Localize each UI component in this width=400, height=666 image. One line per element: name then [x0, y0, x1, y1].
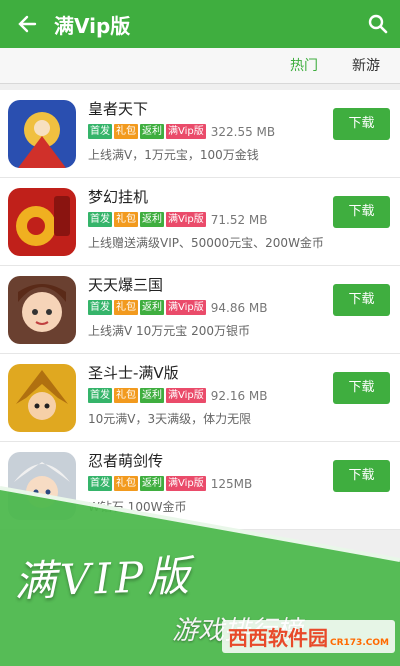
search-button[interactable]: [356, 0, 400, 48]
tag-first: 首发: [88, 300, 112, 315]
tag-vip: 满Vip版: [166, 476, 206, 491]
game-icon: [8, 452, 76, 520]
tag-first: 首发: [88, 388, 112, 403]
tag-gift: 礼包: [114, 300, 138, 315]
tag-first: 首发: [88, 212, 112, 227]
watermark-logo: 西西软件园 CR173.COM: [222, 620, 395, 653]
game-description: W钻石 100W金币: [88, 500, 187, 514]
list-item[interactable]: 梦幻挂机 首发 礼包 返利 满Vip版 71.52 MB 上线赠送满级VIP、5…: [0, 178, 400, 266]
game-description: 上线满V 10万元宝 200万银币: [88, 324, 251, 338]
download-button[interactable]: 下载: [333, 108, 390, 140]
arrow-left-icon: [18, 15, 37, 33]
tag-row: 首发 礼包 返利 满Vip版 94.86 MB: [88, 300, 268, 315]
game-description: 上线满V，1万元宝，100万金钱: [88, 148, 259, 162]
search-icon: [368, 14, 388, 34]
tab-bar: 热门 新游: [0, 48, 400, 84]
tag-gift: 礼包: [114, 124, 138, 139]
page-title: 满Vip版: [54, 13, 131, 38]
download-button[interactable]: 下载: [333, 196, 390, 228]
tag-row: 首发 礼包 返利 满Vip版 71.52 MB: [88, 212, 268, 227]
tag-rebate: 返利: [140, 300, 164, 315]
game-icon: [8, 364, 76, 432]
tag-first: 首发: [88, 124, 112, 139]
file-size: 71.52 MB: [210, 212, 268, 227]
download-button[interactable]: 下载: [333, 284, 390, 316]
tag-row: 首发 礼包 返利 满Vip版 125MB: [88, 476, 252, 491]
tag-rebate: 返利: [140, 212, 164, 227]
tag-gift: 礼包: [114, 476, 138, 491]
game-icon: [8, 188, 76, 256]
tag-row: 首发 礼包 返利 满Vip版 322.55 MB: [88, 124, 275, 139]
file-size: 92.16 MB: [210, 388, 268, 403]
game-name: 梦幻挂机: [88, 188, 149, 206]
file-size: 125MB: [210, 476, 253, 491]
watermark-text: 西西软件园: [228, 626, 328, 650]
game-description: 10元满V，3天满级，体力无限: [88, 412, 252, 426]
download-button[interactable]: 下载: [333, 372, 390, 404]
game-name: 皇者天下: [88, 100, 149, 118]
tab-new[interactable]: 新游: [352, 48, 380, 84]
file-size: 94.86 MB: [210, 300, 268, 315]
game-name: 天天爆三国: [88, 276, 164, 294]
app-bar: 满Vip版: [0, 0, 400, 48]
back-button[interactable]: [0, 0, 54, 48]
banner-subline: 游戏排行榜: [172, 616, 303, 646]
file-size: 322.55 MB: [210, 124, 276, 139]
list-item[interactable]: 皇者天下 首发 礼包 返利 满Vip版 322.55 MB 上线满V，1万元宝，…: [0, 90, 400, 178]
tag-gift: 礼包: [114, 212, 138, 227]
tab-hot[interactable]: 热门: [290, 48, 318, 84]
game-icon: [8, 100, 76, 168]
download-button[interactable]: 下载: [333, 460, 390, 492]
tag-vip: 满Vip版: [166, 300, 206, 315]
banner-headline: 满VIP版: [13, 550, 195, 607]
tag-vip: 满Vip版: [166, 212, 206, 227]
watermark-sub: CR173.COM: [330, 638, 389, 648]
game-name: 忍者萌剑传: [88, 452, 164, 470]
tag-rebate: 返利: [140, 476, 164, 491]
tag-first: 首发: [88, 476, 112, 491]
list-item[interactable]: 忍者萌剑传 首发 礼包 返利 满Vip版 125MB W钻石 100W金币 下载: [0, 442, 400, 530]
tag-rebate: 返利: [140, 124, 164, 139]
tag-row: 首发 礼包 返利 满Vip版 92.16 MB: [88, 388, 268, 403]
tag-vip: 满Vip版: [166, 124, 206, 139]
tag-vip: 满Vip版: [166, 388, 206, 403]
game-list: 皇者天下 首发 礼包 返利 满Vip版 322.55 MB 上线满V，1万元宝，…: [0, 90, 400, 530]
tag-rebate: 返利: [140, 388, 164, 403]
tag-gift: 礼包: [114, 388, 138, 403]
game-name: 圣斗士-满V版: [88, 364, 179, 382]
list-item[interactable]: 圣斗士-满V版 首发 礼包 返利 满Vip版 92.16 MB 10元满V，3天…: [0, 354, 400, 442]
game-description: 上线赠送满级VIP、50000元宝、200W金币: [88, 236, 324, 250]
game-icon: [8, 276, 76, 344]
list-item[interactable]: 天天爆三国 首发 礼包 返利 满Vip版 94.86 MB 上线满V 10万元宝…: [0, 266, 400, 354]
